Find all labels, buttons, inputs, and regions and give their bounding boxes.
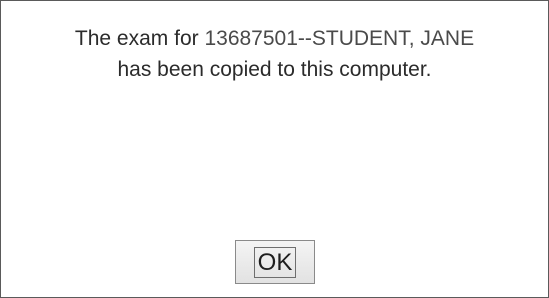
ok-button[interactable]: OK [235,240,315,284]
dialog-message: The exam for 13687501--STUDENT, JANE has… [1,23,548,85]
message-line-2: has been copied to this computer. [117,58,432,81]
message-prefix: The exam for [74,27,205,50]
exam-copied-dialog: The exam for 13687501--STUDENT, JANE has… [0,0,549,298]
message-line-1: The exam for 13687501--STUDENT, JANE [1,23,548,54]
student-identifier: 13687501--STUDENT, JANE [204,27,475,50]
ok-button-label: OK [253,246,297,278]
